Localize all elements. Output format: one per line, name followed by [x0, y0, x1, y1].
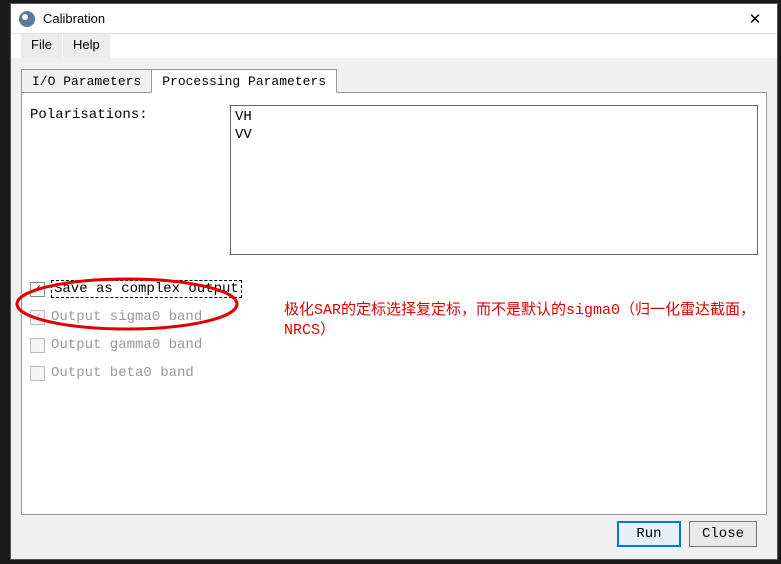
list-item[interactable]: VH: [235, 108, 753, 126]
close-icon[interactable]: ✕: [733, 4, 777, 33]
polarisations-row: Polarisations: VH VV: [30, 105, 758, 255]
titlebar: Calibration ✕: [11, 4, 777, 34]
output-sigma0-checkbox: [30, 310, 45, 325]
checkbox-group: Save as complex output Output sigma0 ban…: [30, 275, 758, 387]
output-sigma0-label: Output sigma0 band: [51, 309, 202, 325]
output-beta0-label: Output beta0 band: [51, 365, 194, 381]
list-item[interactable]: VV: [235, 126, 753, 144]
calibration-window: Calibration ✕ File Help I/O Parameters P…: [10, 3, 778, 560]
menubar: File Help: [11, 34, 777, 58]
output-sigma0-row: Output sigma0 band: [30, 303, 758, 331]
save-complex-checkbox[interactable]: [30, 282, 45, 297]
save-complex-row[interactable]: Save as complex output: [30, 275, 758, 303]
tab-processing-parameters[interactable]: Processing Parameters: [151, 69, 337, 93]
close-button[interactable]: Close: [689, 521, 757, 547]
output-gamma0-row: Output gamma0 band: [30, 331, 758, 359]
processing-parameters-panel: Polarisations: VH VV Save as complex out…: [21, 92, 767, 515]
save-complex-label: Save as complex output: [51, 280, 242, 298]
output-gamma0-checkbox: [30, 338, 45, 353]
button-bar: Run Close: [21, 515, 767, 553]
menu-file[interactable]: File: [21, 34, 63, 58]
output-beta0-row: Output beta0 band: [30, 359, 758, 387]
output-gamma0-label: Output gamma0 band: [51, 337, 202, 353]
run-button[interactable]: Run: [617, 521, 681, 547]
menu-help[interactable]: Help: [63, 34, 111, 58]
polarisations-label: Polarisations:: [30, 105, 230, 123]
window-title: Calibration: [43, 11, 733, 26]
polarisations-listbox[interactable]: VH VV: [230, 105, 758, 255]
output-beta0-checkbox: [30, 366, 45, 381]
app-icon: [19, 11, 35, 27]
tabs: I/O Parameters Processing Parameters: [21, 68, 767, 92]
tab-io-parameters[interactable]: I/O Parameters: [21, 69, 152, 93]
content-area: I/O Parameters Processing Parameters Pol…: [11, 58, 777, 559]
